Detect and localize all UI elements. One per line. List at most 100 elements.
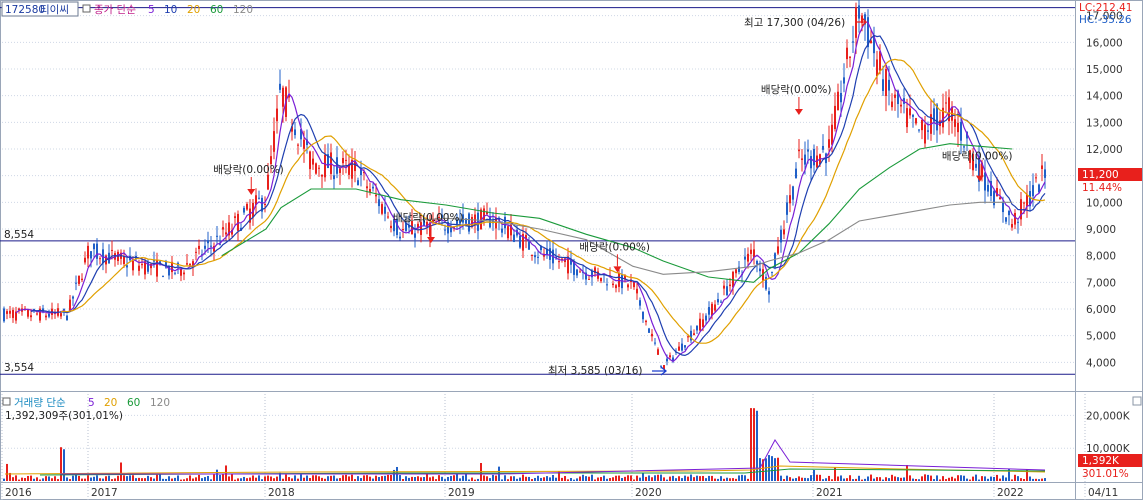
candle-body [660,365,662,367]
candle-body [339,168,341,173]
volume-bar [309,478,311,481]
candle-body [945,102,947,104]
volume-bar [153,478,155,481]
volume-bar [609,478,611,481]
volume-bar [327,476,329,481]
candle-body [636,288,638,294]
volume-bar [675,478,677,481]
volume-bar [756,410,758,481]
volume-bar [486,476,488,481]
volume-bar [654,475,656,481]
volume-legend-checkbox-icon[interactable] [2,397,11,406]
candle-body [846,47,848,60]
volume-bar [528,476,530,481]
volume-bar [123,475,125,481]
volume-bar [423,476,425,481]
volume-bar [897,477,899,481]
candle-body [771,271,773,273]
volume-bar [147,475,149,481]
volume-bar [894,476,896,481]
candle-body [378,199,380,207]
volume-bar [855,478,857,481]
candle-body [357,180,359,186]
volume-bar [426,473,428,481]
volume-bar [525,476,527,481]
candle-body [1002,202,1004,213]
volume-bar [978,479,980,481]
panel-toggle-icon[interactable] [1132,396,1142,406]
volume-bar [981,476,983,481]
candle-body [1014,212,1016,225]
candle-body [693,333,695,335]
candle-body [414,233,416,238]
volume-bar [453,475,455,481]
candle-body [840,92,842,103]
candle-body [315,163,317,174]
volume-bar [24,478,26,481]
volume-bar [522,474,524,481]
candle-body [606,284,608,286]
candle-body [243,207,245,213]
volume-bar [783,479,785,481]
volume-bar [567,479,569,481]
candle-body [666,358,668,362]
dividend-label: 배당락(0.00%) [942,151,1013,163]
volume-bar [705,478,707,481]
candle-body [642,311,644,320]
candle-body [87,245,89,259]
price-legend-period: 120 [233,4,253,16]
volume-bar [684,475,686,481]
volume-pct: 301.01% [1082,468,1129,480]
candle-body [678,346,680,351]
candle-body [891,101,893,108]
candle-body [696,325,698,331]
volume-bar [639,477,641,481]
volume-bar [801,477,803,481]
volume-bar [441,476,443,481]
candle-body [687,336,689,338]
price-legend-period: 20 [187,4,200,16]
volume-bar [864,478,866,481]
volume-legend-period: 5 [88,397,95,409]
volume-bar [552,474,554,481]
volume-bar [42,478,44,481]
volume-bar [879,477,881,481]
volume-bar [627,475,629,481]
volume-bar [537,475,539,481]
volume-bar [63,449,65,481]
volume-bar [438,475,440,481]
candle-body [309,151,311,170]
volume-bar [3,478,5,481]
volume-bar [729,478,731,481]
candle-body [93,243,95,250]
volume-bar [885,477,887,481]
candle-body [258,197,260,199]
volume-bar [477,478,479,481]
volume-bar [870,474,872,481]
change-pct: 11.44% [1082,182,1122,194]
low-annotation: 최저 3,585 (03/16) [548,365,643,377]
volume-bar [459,478,461,481]
volume-bar [876,477,878,481]
volume-bar [249,477,251,481]
candle-body [699,318,701,331]
candle-body [534,255,536,258]
volume-bar [900,477,902,481]
volume-bar [780,475,782,481]
volume-bar [993,476,995,481]
volume-bar [81,478,83,481]
candle-body [210,245,212,247]
volume-bar [165,478,167,481]
volume-legend-label: 거래량 단순 [14,397,66,409]
price-tick-label: 16,000 [1086,37,1123,49]
volume-legend-period: 60 [127,397,140,409]
candle-body [444,229,446,231]
volume-bar [765,458,767,481]
legend-checkbox-icon[interactable] [82,4,91,13]
price-tick-label: 12,000 [1086,144,1123,156]
volume-bar [255,477,257,481]
volume-bar [369,476,371,481]
volume-bar [492,474,494,481]
candle-body [333,175,335,180]
volume-bar [807,478,809,481]
